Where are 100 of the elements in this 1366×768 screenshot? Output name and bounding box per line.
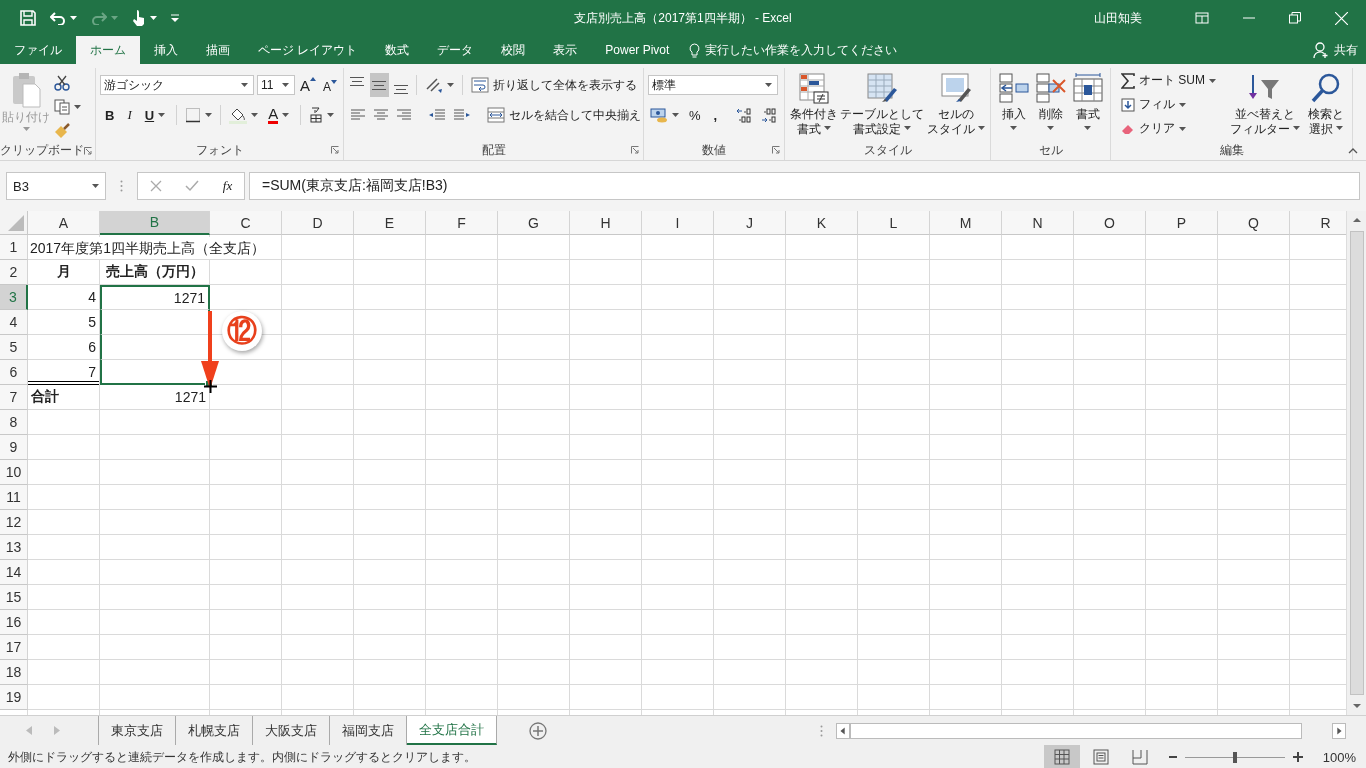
font-color-button[interactable]: A: [263, 104, 295, 126]
collapse-ribbon-icon[interactable]: [1348, 148, 1358, 154]
grow-font-button[interactable]: A: [298, 76, 318, 94]
ribbon-tab[interactable]: 描画: [192, 36, 244, 64]
ribbon-button[interactable]: テーブルとして 書式設定: [840, 70, 925, 140]
restore-icon[interactable]: [1289, 12, 1301, 24]
row-header[interactable]: 4: [0, 310, 28, 335]
zoom-level[interactable]: 100%: [1322, 749, 1356, 765]
column-header[interactable]: K: [786, 211, 858, 235]
row-header[interactable]: 7: [0, 385, 28, 410]
share-button[interactable]: 共有: [1313, 41, 1358, 59]
ribbon-tab[interactable]: 表示: [539, 36, 592, 64]
dialog-launcher-icon[interactable]: [631, 146, 639, 154]
column-header[interactable]: B: [100, 211, 210, 235]
font-size-dropdown[interactable]: 11: [257, 75, 295, 95]
caret-icon[interactable]: [1010, 126, 1017, 130]
ribbon-tab[interactable]: 校閲: [487, 36, 540, 64]
formula-field[interactable]: =SUM(東京支店:福岡支店!B3): [249, 172, 1360, 200]
column-header[interactable]: I: [642, 211, 714, 235]
column-header[interactable]: D: [282, 211, 354, 235]
dialog-launcher-icon[interactable]: [331, 146, 339, 154]
caret-icon[interactable]: [158, 113, 166, 117]
slider-thumb[interactable]: [1232, 751, 1237, 763]
number-format-dropdown[interactable]: 標準: [648, 75, 778, 95]
column-header[interactable]: A: [28, 211, 100, 235]
caret-icon[interactable]: [1336, 126, 1343, 130]
row-header[interactable]: 11: [0, 485, 28, 510]
ribbon-button[interactable]: 条件付き 書式: [790, 70, 839, 140]
ribbon-button[interactable]: 検索と 選択: [1306, 70, 1346, 140]
autosum-button[interactable]: オート SUM: [1119, 70, 1218, 91]
ribbon-button[interactable]: 並べ替えと フィルター: [1228, 70, 1302, 140]
scroll-right-icon[interactable]: [1332, 722, 1346, 739]
shrink-font-button[interactable]: A: [321, 76, 339, 94]
scrollbar-thumb[interactable]: [850, 722, 1302, 739]
column-header[interactable]: C: [210, 211, 282, 235]
column-header[interactable]: P: [1146, 211, 1218, 235]
caret-icon[interactable]: [824, 126, 832, 130]
ribbon-tab[interactable]: ホーム: [76, 36, 140, 64]
caret-icon[interactable]: [150, 16, 157, 20]
vertical-align-button[interactable]: [369, 73, 389, 97]
caret-icon[interactable]: [672, 113, 679, 117]
caret-icon[interactable]: [977, 126, 985, 130]
row-header[interactable]: 16: [0, 610, 28, 635]
zoom-out-icon[interactable]: [1168, 753, 1177, 761]
tell-me-field[interactable]: 実行したい作業を入力してください: [689, 36, 898, 64]
scrollbar-thumb[interactable]: [1349, 231, 1364, 695]
phonetic-button[interactable]: [307, 104, 337, 126]
caret-icon[interactable]: [1179, 102, 1186, 107]
view-button[interactable]: [1043, 745, 1080, 768]
row-header[interactable]: 14: [0, 560, 28, 585]
clear-button[interactable]: クリア: [1119, 118, 1218, 139]
ribbon-tab[interactable]: Power Pivot: [591, 36, 684, 64]
caret-icon[interactable]: [282, 113, 290, 117]
column-header[interactable]: G: [498, 211, 570, 235]
caret-icon[interactable]: [282, 83, 289, 87]
caret-icon[interactable]: [1084, 126, 1091, 130]
row-header[interactable]: 13: [0, 535, 28, 560]
column-header[interactable]: L: [858, 211, 930, 235]
zoom-in-icon[interactable]: [1292, 752, 1303, 762]
column-header[interactable]: N: [1002, 211, 1074, 235]
caret-icon[interactable]: [251, 113, 259, 117]
row-header[interactable]: 5: [0, 335, 28, 360]
row-header[interactable]: 1: [0, 235, 28, 260]
ribbon-button[interactable]: セルの スタイル: [926, 70, 985, 140]
ribbon-tab[interactable]: ファイル: [0, 36, 76, 64]
comma-button[interactable]: ,: [708, 104, 723, 126]
row-header[interactable]: 3: [0, 285, 28, 310]
ribbon-button[interactable]: 挿入: [995, 70, 1032, 140]
row-header[interactable]: 12: [0, 510, 28, 535]
ribbon-tab[interactable]: ページ レイアウト: [244, 36, 372, 64]
column-header[interactable]: E: [354, 211, 426, 235]
copy-button[interactable]: [52, 96, 83, 117]
column-header[interactable]: M: [930, 211, 1002, 235]
sheet-tab[interactable]: 全支店合計: [407, 716, 497, 745]
ribbon-button[interactable]: 削除: [1032, 70, 1069, 140]
splitter-icon[interactable]: [120, 180, 123, 192]
caret-icon[interactable]: [765, 83, 772, 87]
column-header[interactable]: O: [1074, 211, 1146, 235]
increase-indent-icon[interactable]: [453, 108, 471, 122]
caret-icon[interactable]: [92, 184, 99, 188]
caret-icon[interactable]: [904, 126, 912, 130]
font-name-dropdown[interactable]: 游ゴシック: [100, 75, 254, 95]
undo-icon[interactable]: [50, 11, 66, 25]
column-header[interactable]: R: [1290, 211, 1346, 235]
row-header[interactable]: 8: [0, 410, 28, 435]
row-header[interactable]: 6: [0, 360, 28, 385]
row-header[interactable]: 18: [0, 660, 28, 685]
fill-button[interactable]: フィル: [1119, 94, 1218, 115]
decrease-indent-icon[interactable]: [428, 108, 446, 122]
ribbon-tab[interactable]: 挿入: [140, 36, 192, 64]
row-header[interactable]: 9: [0, 435, 28, 460]
ribbon-display-icon[interactable]: [1195, 12, 1209, 24]
name-box[interactable]: B3: [6, 172, 106, 200]
caret-icon[interactable]: [1209, 78, 1216, 83]
column-header[interactable]: F: [426, 211, 498, 235]
caret-icon[interactable]: [327, 113, 335, 117]
row-header[interactable]: 10: [0, 460, 28, 485]
ribbon-button[interactable]: 書式: [1069, 70, 1106, 140]
row-header[interactable]: 15: [0, 585, 28, 610]
caret-icon[interactable]: [1179, 126, 1186, 131]
